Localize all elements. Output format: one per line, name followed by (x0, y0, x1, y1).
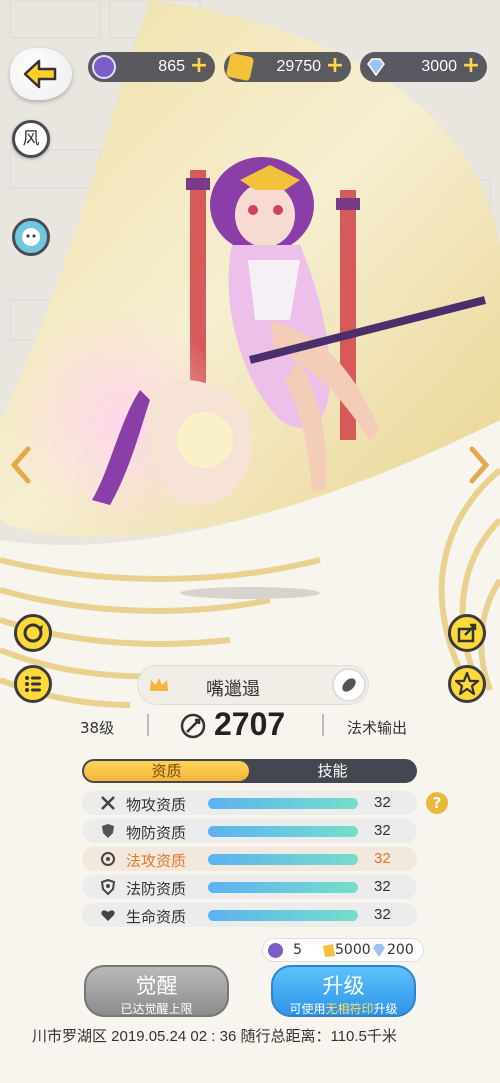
awaken-button[interactable]: 觉醒 已达觉醒上限 (84, 965, 229, 1017)
attr-label: 生命资质 (126, 908, 187, 926)
favorite-button[interactable] (448, 665, 486, 703)
currency-value: 865 (158, 58, 185, 75)
divider (147, 714, 149, 736)
attr-label: 法攻资质 (126, 852, 187, 870)
menu-list-button[interactable] (14, 665, 52, 703)
element-label: 风 (22, 129, 40, 149)
upgrade-subtitle: 可使用无相符印升级 (273, 1000, 414, 1017)
attr-value: 32 (374, 822, 391, 839)
attr-bar-fill (208, 854, 358, 865)
shield-icon (102, 824, 114, 838)
help-button[interactable]: ? (426, 792, 448, 814)
character-name-plate: 嘴邋遢 (137, 665, 369, 705)
attr-value: 32 (374, 794, 391, 811)
star-icon (454, 671, 480, 696)
upgrade-button[interactable]: 升级 可使用无相符印升级 (271, 965, 416, 1017)
add-currency-button[interactable]: + (325, 55, 345, 77)
currency-value: 3000 (421, 58, 457, 75)
cost-diamond: 200 (387, 942, 414, 958)
attr-bar-fill (208, 910, 358, 921)
refresh-button[interactable] (14, 614, 52, 652)
location-watermark: 川市罗湖区 2019.05.24 02 : 36 随行总距离：110.5千米 (32, 1028, 397, 1045)
attr-bar-fill (208, 882, 358, 893)
role-text: 法术输出 (347, 719, 408, 737)
share-button[interactable] (448, 614, 486, 652)
back-arrow-icon (23, 59, 57, 89)
attr-row-magic-defense: 法防资质 32 (82, 875, 417, 899)
combat-power-icon (180, 713, 206, 739)
upgrade-cost: 5 5000 200 (262, 938, 424, 962)
list-icon (25, 676, 41, 692)
upgrade-title: 升级 (322, 974, 365, 998)
attr-bar (208, 854, 358, 865)
magic-swirl-icon (101, 852, 115, 866)
attr-value: 32 (374, 850, 391, 867)
tab-aptitude[interactable]: 资质 (84, 761, 249, 781)
element-wind-badge[interactable]: 风 (12, 120, 50, 158)
attr-label: 物防资质 (126, 824, 187, 842)
prev-character-arrow[interactable] (8, 445, 34, 494)
diamond-icon (373, 944, 385, 957)
soul-orb-icon (268, 943, 283, 958)
attr-value: 32 (374, 906, 391, 923)
character-name: 嘴邋遢 (206, 679, 260, 700)
attr-row-magic-attack: 法攻资质 32 (82, 847, 417, 871)
attr-label: 法防资质 (126, 880, 187, 898)
cost-orb: 5 (293, 942, 302, 958)
share-icon (457, 623, 477, 643)
add-currency-button[interactable]: + (189, 55, 209, 77)
edit-icon (342, 678, 356, 692)
attr-row-physical-defense: 物防资质 32 (82, 819, 417, 843)
upgrade-subtitle-suffix: 升级 (373, 1002, 398, 1016)
attr-value: 32 (374, 878, 391, 895)
attr-bar (208, 826, 358, 837)
next-character-arrow[interactable] (466, 445, 492, 494)
attr-label: 物攻资质 (126, 796, 187, 814)
awaken-subtitle: 已达觉醒上限 (120, 1002, 193, 1016)
magic-shield-icon (100, 879, 116, 895)
pet-avatar-button[interactable] (12, 218, 50, 256)
currency-diamond: 3000 + (360, 52, 487, 82)
upgrade-subtitle-prefix: 可使用 (289, 1002, 326, 1016)
pet-icon (22, 228, 40, 246)
attr-bar (208, 798, 358, 809)
divider (322, 714, 324, 736)
refresh-icon (23, 623, 43, 643)
chevron-left-icon (10, 446, 31, 484)
currency-gold: 29750 + (224, 52, 351, 82)
currency-value: 29750 (276, 58, 322, 75)
attr-row-physical-attack: 物攻资质 32 (82, 791, 417, 815)
upgrade-subtitle-item: 无相符印 (325, 1002, 374, 1016)
attr-bar (208, 910, 358, 921)
awaken-title: 觉醒 (135, 974, 178, 998)
attr-row-health: 生命资质 32 (82, 903, 417, 927)
attr-bar-fill (208, 826, 358, 837)
soul-orb-icon (92, 55, 116, 79)
add-currency-button[interactable]: + (461, 55, 481, 77)
currency-soul-orb: 865 + (88, 52, 215, 82)
level-text: 38级 (80, 719, 115, 737)
chevron-right-icon (469, 446, 490, 484)
swords-icon (101, 796, 115, 810)
diamond-icon (367, 58, 385, 77)
gold-ingot-icon (225, 52, 255, 82)
attr-bar (208, 882, 358, 893)
tab-bar: 资质 技能 (82, 759, 417, 783)
back-button[interactable] (10, 48, 72, 100)
rename-button[interactable] (332, 668, 366, 702)
combat-power-value: 2707 (214, 706, 286, 742)
attr-bar-fill (208, 798, 358, 809)
cost-gold: 5000 (335, 942, 371, 958)
heart-icon (101, 910, 115, 921)
tab-skills[interactable]: 技能 (250, 761, 415, 781)
